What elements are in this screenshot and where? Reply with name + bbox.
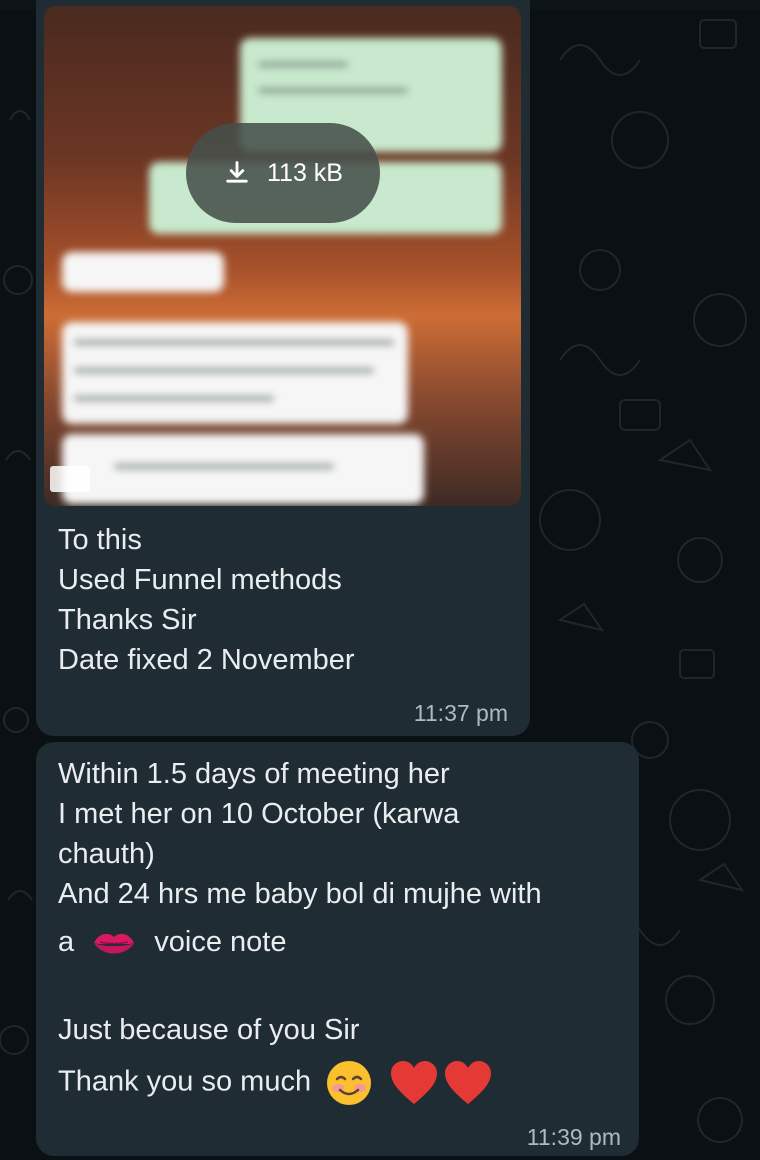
- thumbnail-preview: [44, 6, 521, 506]
- message-timestamp: 11:37 pm: [413, 700, 508, 726]
- message-line: I met her on 10 October (karwa: [58, 798, 460, 830]
- kiss-mark-emoji: [94, 934, 135, 954]
- red-heart-emoji: [445, 1061, 492, 1104]
- message-bubble-text[interactable]: Within 1.5 days of meeting her I met her…: [36, 742, 639, 1156]
- smiling-face-emoji: [327, 1061, 372, 1105]
- message-line: Within 1.5 days of meeting her: [58, 758, 450, 790]
- message-line: chauth): [58, 838, 155, 870]
- message-line: And 24 hrs me baby bol di mujhe with: [58, 878, 542, 910]
- blurred-video-thumbnail[interactable]: 113 kB: [44, 6, 521, 506]
- message-word: Thank you so much: [58, 1065, 312, 1098]
- caption-line: Used Funnel methods: [58, 564, 342, 596]
- caption-line: To this: [58, 524, 142, 556]
- red-heart-emoji: [391, 1061, 438, 1104]
- message-word: a: [58, 926, 75, 958]
- download-button[interactable]: 113 kB: [186, 123, 380, 223]
- message-timestamp: 11:39 pm: [526, 1124, 621, 1150]
- message-bubble-media[interactable]: 113 kB To this Used Funnel methods Thank…: [36, 0, 530, 736]
- message-line: Just because of you Sir: [58, 1014, 360, 1046]
- message-line-with-emoji: a voice note: [58, 922, 286, 962]
- message-line-with-emoji: Thank you so much: [58, 1059, 493, 1107]
- download-size: 113 kB: [267, 158, 343, 187]
- video-badge-icon: [50, 466, 90, 492]
- caption-line: Thanks Sir: [58, 604, 197, 636]
- caption-line: Date fixed 2 November: [58, 644, 355, 676]
- download-icon: [226, 161, 248, 183]
- message-word: voice note: [154, 926, 287, 958]
